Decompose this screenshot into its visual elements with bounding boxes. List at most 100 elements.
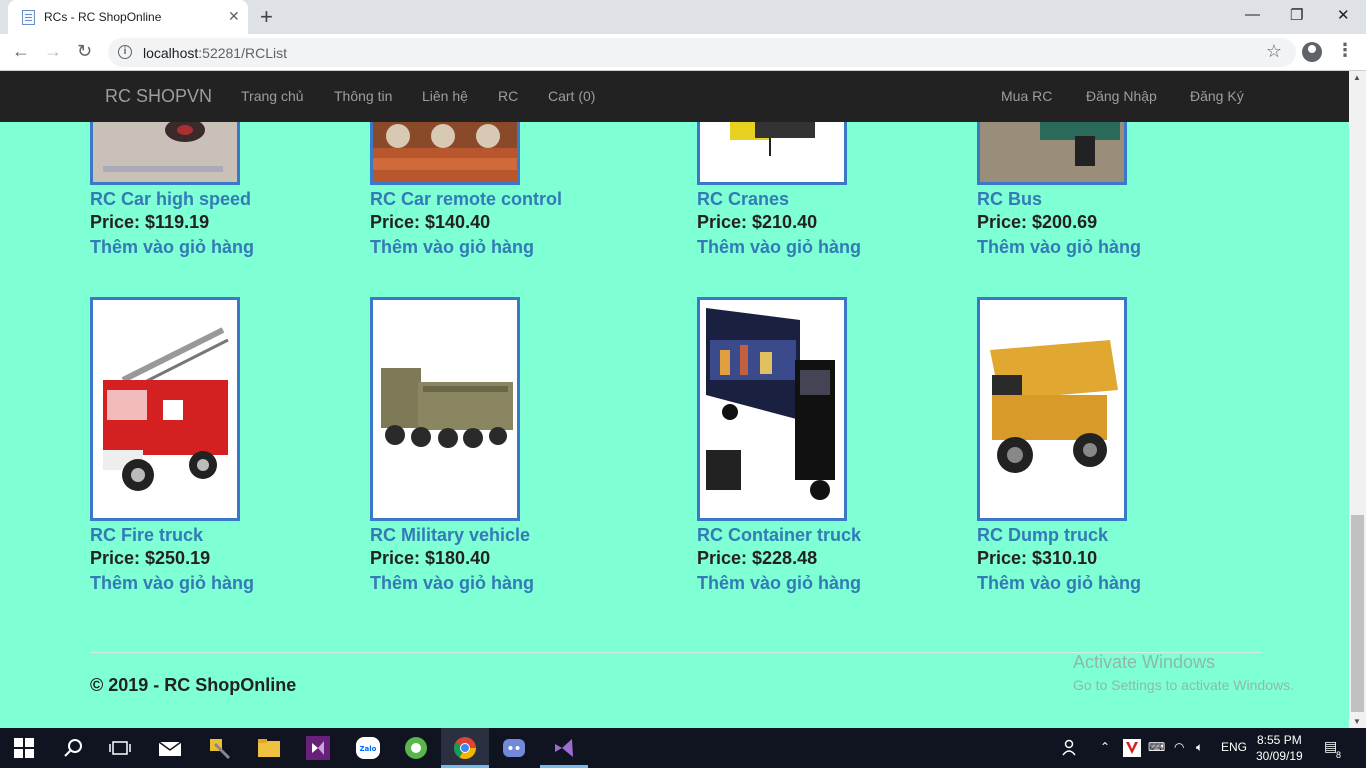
page-scrollbar[interactable]: ▲ ▼ — [1349, 71, 1366, 728]
watermark-subtitle: Go to Settings to activate Windows. — [1073, 677, 1294, 693]
product-price: Price: $228.48 — [697, 548, 818, 568]
product-card: RC Bus Price: $200.69 Thêm vào giỏ hàng — [977, 115, 1237, 259]
product-name-link[interactable]: RC Container truck — [697, 524, 957, 546]
visual-studio-running-icon[interactable] — [552, 736, 576, 760]
people-icon[interactable] — [1062, 739, 1080, 757]
browser-tab[interactable]: RCs - RC ShopOnline ✕ — [8, 0, 248, 34]
zalo-icon[interactable]: Zalo — [356, 736, 380, 760]
wifi-icon[interactable]: ◠ — [1174, 740, 1184, 754]
activate-windows-watermark: Activate Windows Go to Settings to activ… — [1073, 652, 1294, 693]
add-to-cart-link[interactable]: Thêm vào giỏ hàng — [370, 571, 630, 595]
language-indicator[interactable]: ENG — [1221, 740, 1247, 754]
clock-time: 8:55 PM — [1257, 733, 1302, 747]
url-text[interactable]: localhost:52281/RCList — [143, 45, 287, 61]
nav-link-info[interactable]: Thông tin — [334, 88, 392, 104]
nav-link-register[interactable]: Đăng Ký — [1190, 88, 1244, 104]
product-card: RC Cranes Price: $210.40 Thêm vào giỏ hà… — [697, 115, 957, 259]
product-name-link[interactable]: RC Dump truck — [977, 524, 1237, 546]
volume-icon[interactable]: 🔈︎ — [1196, 740, 1203, 755]
product-price: Price: $310.10 — [977, 548, 1098, 568]
nav-link-rc[interactable]: RC — [498, 88, 518, 104]
product-card: RC Car remote control Price: $140.40 Thê… — [370, 115, 630, 259]
product-image[interactable] — [370, 115, 520, 185]
browser-toolbar: ← → ↻ i localhost:52281/RCList ☆ ⋮ — [0, 34, 1366, 71]
product-price: Price: $119.19 — [90, 212, 210, 232]
watermark-title: Activate Windows — [1073, 652, 1216, 672]
add-to-cart-link[interactable]: Thêm vào giỏ hàng — [697, 571, 957, 595]
svg-text:Zalo: Zalo — [359, 745, 376, 753]
product-name-link[interactable]: RC Bus — [977, 188, 1237, 210]
taskbar-clock[interactable]: 8:55 PM 30/09/19 — [1256, 732, 1303, 764]
address-bar[interactable]: i localhost:52281/RCList ☆ — [108, 38, 1296, 67]
nav-link-login[interactable]: Đăng Nhập — [1086, 88, 1157, 104]
back-arrow-icon[interactable]: ← — [12, 41, 30, 62]
page-favicon-icon — [22, 10, 35, 25]
restore-icon[interactable]: ❐ — [1290, 6, 1303, 24]
product-card: RC Container truck Price: $228.48 Thêm v… — [697, 297, 957, 595]
product-price: Price: $210.40 — [697, 212, 818, 232]
add-to-cart-link[interactable]: Thêm vào giỏ hàng — [697, 235, 957, 259]
nav-link-contact[interactable]: Liên hệ — [422, 88, 468, 104]
product-price: Price: $200.69 — [977, 212, 1098, 232]
scroll-up-arrow-icon[interactable]: ▲ — [1353, 73, 1361, 82]
nav-link-home[interactable]: Trang chủ — [241, 88, 304, 104]
product-price: Price: $250.19 — [90, 548, 211, 568]
add-to-cart-link[interactable]: Thêm vào giỏ hàng — [977, 571, 1237, 595]
product-name-link[interactable]: RC Military vehicle — [370, 524, 630, 546]
product-name-link[interactable]: RC Fire truck — [90, 524, 350, 546]
add-to-cart-link[interactable]: Thêm vào giỏ hàng — [90, 571, 350, 595]
coccoc-browser-icon[interactable] — [404, 736, 428, 760]
site-navbar: RC SHOPVN Trang chủ Thông tin Liên hệ RC… — [0, 71, 1349, 122]
product-image[interactable] — [977, 297, 1127, 521]
chrome-menu-icon[interactable]: ⋮ — [1336, 40, 1354, 61]
chrome-icon[interactable] — [453, 736, 477, 760]
tray-overflow-chevron-icon[interactable]: ⌃ — [1100, 740, 1110, 754]
tab-title: RCs - RC ShopOnline — [44, 10, 162, 24]
browser-tabstrip: RCs - RC ShopOnline ✕ + — ❐ ✕ — [0, 0, 1366, 34]
product-name-link[interactable]: RC Car remote control — [370, 188, 630, 210]
discord-icon[interactable] — [502, 736, 526, 760]
product-name-link[interactable]: RC Cranes — [697, 188, 957, 210]
product-image[interactable] — [977, 115, 1127, 185]
mail-icon[interactable] — [158, 736, 182, 760]
file-explorer-icon[interactable] — [257, 736, 281, 760]
tab-close-icon[interactable]: ✕ — [228, 8, 240, 25]
add-to-cart-link[interactable]: Thêm vào giỏ hàng — [90, 235, 350, 259]
scrollbar-thumb[interactable] — [1351, 515, 1364, 712]
reload-icon[interactable]: ↻ — [77, 41, 92, 62]
bookmark-star-icon[interactable]: ☆ — [1266, 41, 1282, 62]
search-icon[interactable] — [62, 736, 86, 760]
forward-arrow-icon[interactable]: → — [44, 41, 62, 62]
product-image[interactable] — [697, 297, 847, 521]
site-info-icon[interactable]: i — [118, 45, 132, 59]
product-name-link[interactable]: RC Car high speed — [90, 188, 350, 210]
add-to-cart-link[interactable]: Thêm vào giỏ hàng — [977, 235, 1237, 259]
window-close-icon[interactable]: ✕ — [1337, 6, 1350, 24]
nav-link-cart[interactable]: Cart (0) — [548, 88, 595, 104]
windows-taskbar: Zalo ⌃ ⌨ ◠ 🔈︎ ENG 8:55 PM 30/09/19 ▤ 8 — [0, 728, 1366, 768]
product-card: RC Dump truck Price: $310.10 Thêm vào gi… — [977, 297, 1237, 595]
new-tab-icon[interactable]: + — [260, 4, 273, 30]
clock-date: 30/09/19 — [1256, 749, 1303, 763]
product-image[interactable] — [90, 297, 240, 521]
product-price: Price: $140.40 — [370, 212, 491, 232]
product-image[interactable] — [90, 115, 240, 185]
product-image[interactable] — [370, 297, 520, 521]
footer-copyright: © 2019 - RC ShopOnline — [90, 675, 297, 695]
antivirus-icon[interactable] — [1123, 739, 1141, 757]
account-icon[interactable] — [1302, 42, 1322, 62]
product-card: RC Car high speed Price: $119.19 Thêm và… — [90, 115, 350, 259]
minimize-icon[interactable]: — — [1245, 6, 1260, 23]
task-view-icon[interactable] — [108, 736, 132, 760]
visual-studio-icon[interactable] — [306, 736, 330, 760]
nav-link-buy-rc[interactable]: Mua RC — [1001, 88, 1052, 104]
input-method-icon[interactable]: ⌨ — [1148, 740, 1165, 754]
product-image[interactable] — [697, 115, 847, 185]
add-to-cart-link[interactable]: Thêm vào giỏ hàng — [370, 235, 630, 259]
brand-link[interactable]: RC SHOPVN — [105, 86, 212, 107]
windows-start-icon[interactable] — [14, 738, 34, 758]
scroll-down-arrow-icon[interactable]: ▼ — [1353, 717, 1361, 726]
product-card: RC Fire truck Price: $250.19 Thêm vào gi… — [90, 297, 350, 595]
page-viewport: RC SHOPVN Trang chủ Thông tin Liên hệ RC… — [0, 71, 1349, 728]
tools-icon[interactable] — [207, 736, 231, 760]
